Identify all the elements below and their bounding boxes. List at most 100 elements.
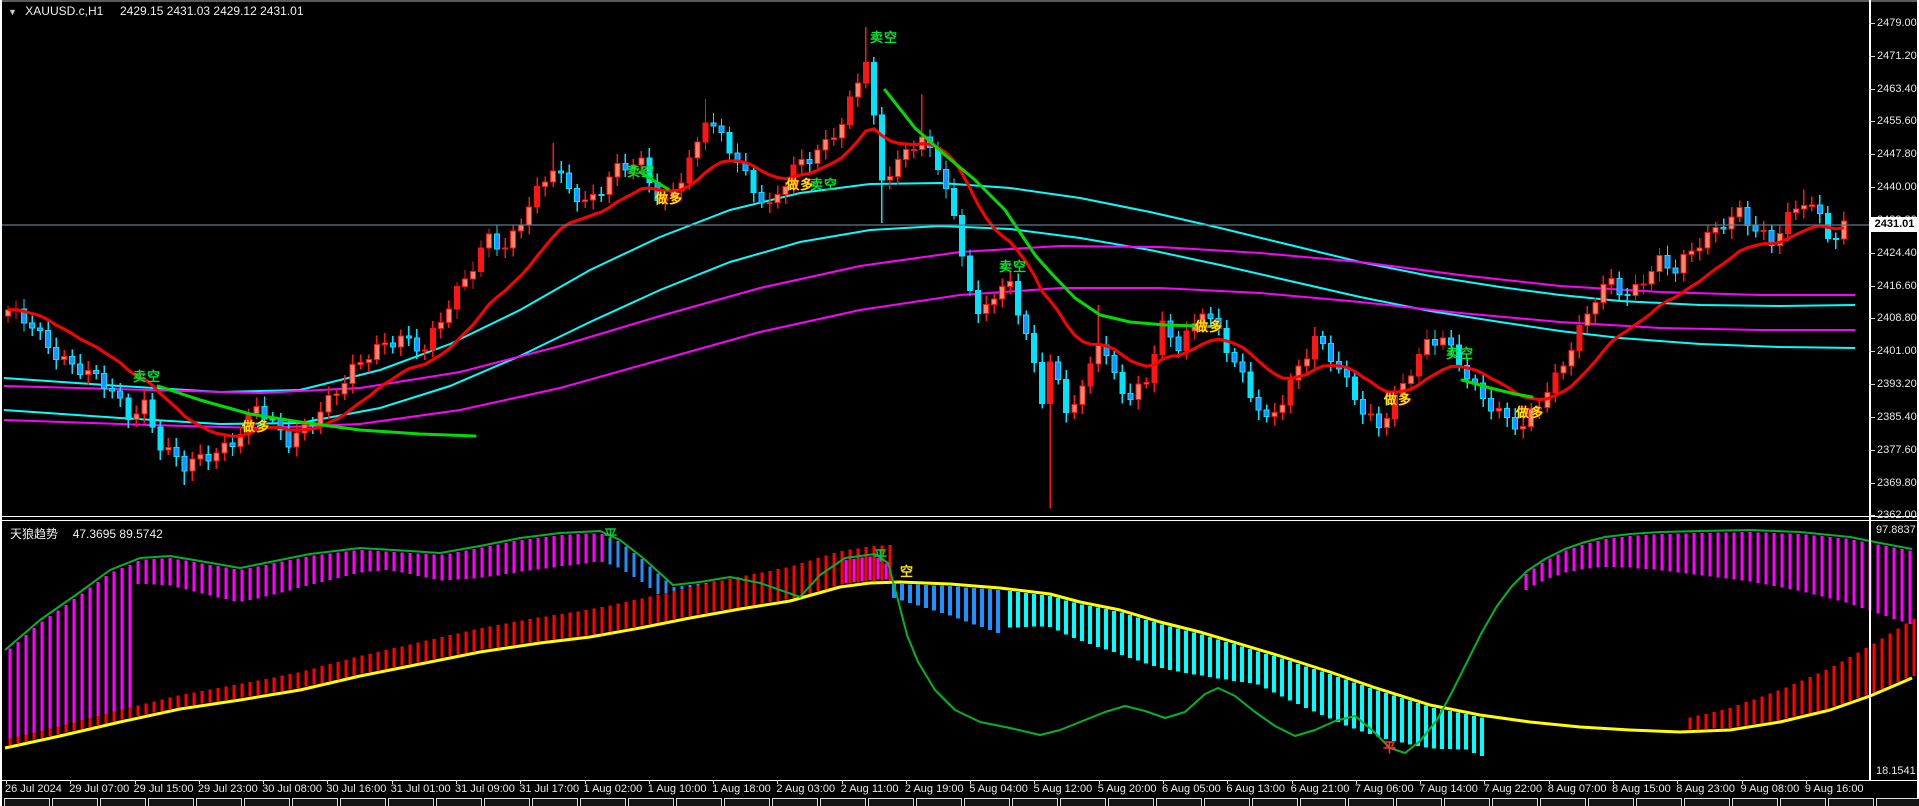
indicator-bar: [80, 593, 84, 727]
indicator-bar: [128, 565, 132, 716]
signal-label-buy[interactable]: 做多: [1516, 402, 1544, 421]
price-tick-label: 2455.60: [1877, 115, 1917, 128]
chart-canvas[interactable]: [0, 0, 1919, 806]
signal-label-short_yellow[interactable]: 空: [900, 561, 914, 580]
taskbar-item[interactable]: [1300, 798, 1346, 806]
taskbar-item[interactable]: [1108, 798, 1154, 806]
pane-separator-top[interactable]: [0, 516, 1919, 517]
price-tick-label: 2447.80: [1877, 148, 1917, 161]
taskbar-item[interactable]: [100, 798, 146, 806]
indicator-bar: [1708, 532, 1712, 577]
indicator-bar: [1764, 532, 1768, 585]
taskbar-item[interactable]: [1396, 798, 1442, 806]
indicator-bar: [1224, 641, 1228, 680]
candle: [1167, 314, 1174, 347]
time-tick: [391, 780, 393, 784]
pane-separator-bottom[interactable]: [0, 520, 1919, 521]
candle: [502, 238, 509, 258]
taskbar-item[interactable]: [340, 798, 386, 806]
candle: [1672, 259, 1679, 282]
time-tick-label: 31 Jul 17:00: [519, 783, 580, 795]
taskbar-item[interactable]: [148, 798, 194, 806]
taskbar-item[interactable]: [4, 798, 50, 806]
trend-line-green: [883, 88, 1220, 329]
candle: [1576, 315, 1583, 359]
indicator-bar: [248, 682, 252, 697]
price-tick: [1869, 416, 1875, 418]
signal-label-sell[interactable]: 卖空: [999, 256, 1027, 275]
candle: [437, 312, 444, 339]
signal-label-buy[interactable]: 做多: [1384, 389, 1412, 408]
indicator-bar: [1548, 558, 1552, 579]
signal-label-sell[interactable]: 卖空: [870, 27, 898, 46]
time-tick: [327, 780, 329, 784]
taskbar-item[interactable]: [1684, 798, 1730, 806]
taskbar-item[interactable]: [724, 798, 770, 806]
indicator-bar: [1768, 693, 1772, 722]
indicator-bar: [520, 539, 524, 572]
signal-label-sell[interactable]: 卖空: [627, 161, 655, 180]
taskbar-item[interactable]: [1252, 798, 1298, 806]
taskbar-item[interactable]: [1876, 798, 1919, 806]
taskbar-item[interactable]: [1012, 798, 1058, 806]
taskbar-item[interactable]: [436, 798, 482, 806]
taskbar-item[interactable]: [1444, 798, 1490, 806]
taskbar-item[interactable]: [820, 798, 866, 806]
price-tick: [1869, 187, 1875, 189]
indicator-bar: [1416, 703, 1420, 747]
indicator-bar: [1740, 532, 1744, 581]
signal-label-sell[interactable]: 卖空: [1446, 343, 1474, 362]
candle: [77, 354, 84, 380]
chart-title: ▼ XAUUSD.c,H1 2429.15 2431.03 2429.12 24…: [8, 4, 304, 18]
taskbar-item[interactable]: [1348, 798, 1394, 806]
taskbar-item[interactable]: [196, 798, 242, 806]
indicator-bar: [1556, 554, 1560, 576]
signal-label-flat_red[interactable]: 平: [1383, 737, 1397, 756]
taskbar-item[interactable]: [1636, 798, 1682, 806]
candle: [710, 113, 717, 134]
candle: [1127, 383, 1134, 406]
time-tick: [1163, 780, 1165, 784]
signal-label-sell[interactable]: 卖空: [133, 366, 161, 385]
taskbar-item[interactable]: [628, 798, 674, 806]
candle: [1696, 237, 1703, 261]
time-tick-label: 31 Jul 09:00: [454, 783, 515, 795]
signal-label-buy[interactable]: 做多: [655, 188, 683, 207]
taskbar-item[interactable]: [676, 798, 722, 806]
candle: [173, 437, 180, 467]
indicator-bar: [456, 633, 460, 655]
taskbar-item[interactable]: [1780, 798, 1826, 806]
signal-label-buy[interactable]: 做多: [242, 416, 270, 435]
taskbar-item[interactable]: [244, 798, 290, 806]
taskbar-item[interactable]: [964, 798, 1010, 806]
taskbar-item[interactable]: [484, 798, 530, 806]
indicator-bar: [648, 596, 652, 624]
signal-label-sell[interactable]: 卖空: [810, 174, 838, 193]
signal-label-flat_green[interactable]: 平: [604, 524, 618, 543]
signal-label-buy[interactable]: 做多: [1195, 316, 1223, 335]
taskbar-item[interactable]: [916, 798, 962, 806]
taskbar-item[interactable]: [1156, 798, 1202, 806]
candle: [1255, 389, 1262, 420]
candle: [1560, 361, 1567, 380]
taskbar-item[interactable]: [1828, 798, 1874, 806]
taskbar-item[interactable]: [1060, 798, 1106, 806]
indicator-bar: [40, 621, 44, 736]
taskbar-item[interactable]: [772, 798, 818, 806]
taskbar-item[interactable]: [1540, 798, 1586, 806]
taskbar-item[interactable]: [532, 798, 578, 806]
taskbar-item[interactable]: [1204, 798, 1250, 806]
taskbar-item[interactable]: [1492, 798, 1538, 806]
taskbar-item[interactable]: [580, 798, 626, 806]
indicator-bar: [1120, 612, 1124, 655]
taskbar-item[interactable]: [52, 798, 98, 806]
symbol-dropdown-icon[interactable]: ▼: [8, 7, 17, 17]
taskbar-item[interactable]: [1732, 798, 1778, 806]
indicator-bar: [488, 626, 492, 649]
taskbar-item[interactable]: [292, 798, 338, 806]
taskbar-item[interactable]: [1588, 798, 1634, 806]
candle: [1768, 225, 1775, 254]
taskbar-item[interactable]: [868, 798, 914, 806]
signal-label-flat_green[interactable]: 平: [874, 545, 888, 564]
taskbar-item[interactable]: [388, 798, 434, 806]
